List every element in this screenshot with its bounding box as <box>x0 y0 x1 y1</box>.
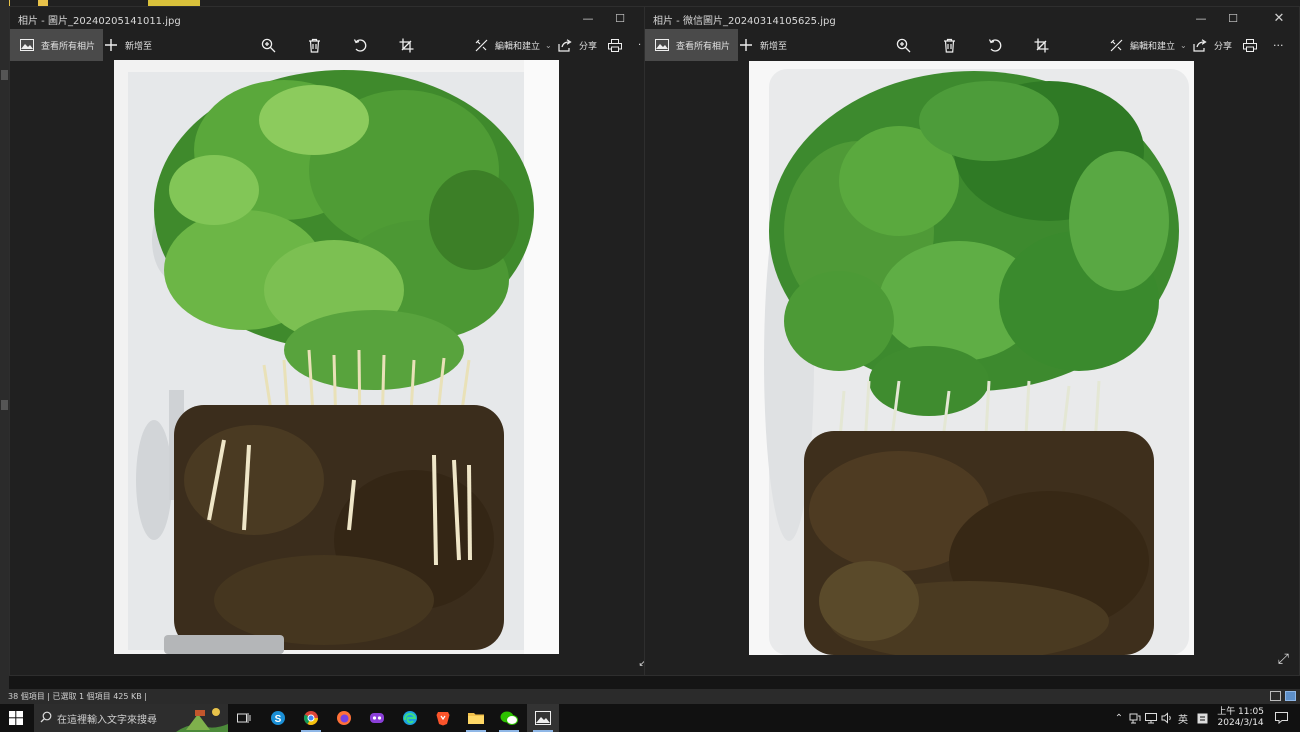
ime-indicator[interactable]: 英 <box>1175 704 1191 732</box>
share-label: 分享 <box>579 41 598 52</box>
share-button[interactable]: 分享 <box>1191 29 1232 61</box>
add-to-button[interactable]: 新增至 <box>102 29 152 61</box>
close-icon[interactable]: ✕ <box>1263 7 1295 29</box>
view-toggle <box>1270 691 1296 701</box>
zoom-in-icon <box>894 36 912 54</box>
crop-button[interactable] <box>397 29 415 61</box>
photo-image-left <box>114 60 559 654</box>
details-view-icon[interactable] <box>1270 691 1281 701</box>
print-button[interactable] <box>606 29 624 61</box>
large-icons-view-icon[interactable] <box>1285 691 1296 701</box>
svg-text:S: S <box>275 714 282 725</box>
skype-icon[interactable]: S <box>262 704 294 732</box>
maximize-icon[interactable]: ☐ <box>1217 7 1249 29</box>
toolbar: 查看所有相片 新增至 <box>10 29 644 61</box>
crop-button[interactable] <box>1032 29 1050 61</box>
add-to-label: 新增至 <box>125 41 153 52</box>
wechat-icon[interactable] <box>493 704 525 732</box>
search-icon <box>40 711 52 726</box>
share-icon <box>1191 36 1209 54</box>
trash-icon <box>305 36 323 54</box>
view-all-photos-label: 查看所有相片 <box>676 41 731 52</box>
taskbar: 在這裡輸入文字來搜尋 S ⌃ 英 上午 11:05 2024/3/14 <box>0 704 1300 732</box>
background-window-strip <box>0 0 9 690</box>
edit-create-button[interactable]: 編輯和建立 ⌄ <box>472 29 552 61</box>
add-to-button[interactable]: 新增至 <box>737 29 787 61</box>
minimize-icon[interactable]: — <box>1185 7 1217 29</box>
clock-date: 2024/3/14 <box>1217 718 1264 728</box>
windows-logo-icon <box>9 711 23 725</box>
crop-icon <box>397 36 415 54</box>
view-all-photos-button[interactable]: 查看所有相片 <box>10 29 104 61</box>
photos-icon[interactable] <box>527 704 559 732</box>
print-button[interactable] <box>1241 29 1259 61</box>
ime-mode-icon[interactable] <box>1194 704 1210 732</box>
search-highlight-illustration <box>176 704 228 732</box>
explorer-status-bar: 38 個項目 | 已選取 1 個項目 425 KB | <box>0 689 1300 704</box>
chevron-down-icon: ⌄ <box>1180 40 1187 50</box>
network-icon[interactable] <box>1128 704 1142 732</box>
rotate-icon <box>986 36 1004 54</box>
share-icon <box>556 36 574 54</box>
notification-icon[interactable] <box>1268 704 1294 732</box>
rotate-button[interactable] <box>986 29 1004 61</box>
photo-gallery-icon <box>18 36 36 54</box>
crop-icon <box>1032 36 1050 54</box>
fullscreen-expand-icon[interactable]: ⤢ <box>1278 651 1289 667</box>
photo-image-right <box>749 61 1194 655</box>
plus-icon <box>737 36 755 54</box>
chevron-down-icon: ⌄ <box>545 40 552 50</box>
add-to-label: 新增至 <box>760 41 788 52</box>
system-clock[interactable]: 上午 11:05 2024/3/14 <box>1217 707 1264 729</box>
clock-time: 上午 11:05 <box>1217 707 1264 717</box>
view-all-photos-button[interactable]: 查看所有相片 <box>645 29 739 61</box>
plus-icon <box>102 36 120 54</box>
firefox-icon[interactable] <box>328 704 360 732</box>
edit-create-label: 編輯和建立 <box>495 41 541 52</box>
task-view-icon[interactable] <box>228 704 260 732</box>
window-title: 相片 - 微信圖片_20240314105625.jpg <box>653 16 836 27</box>
minimize-icon[interactable]: — <box>572 7 604 29</box>
trash-icon <box>940 36 958 54</box>
window-title: 相片 - 圖片_20240205141011.jpg <box>18 16 181 27</box>
photo-gallery-icon <box>653 36 671 54</box>
chevron-up-icon[interactable]: ⌃ <box>1112 704 1126 732</box>
edit-create-icon <box>1107 36 1125 54</box>
share-label: 分享 <box>1214 41 1233 52</box>
delete-button[interactable] <box>940 29 958 61</box>
photos-window-left[interactable]: 相片 - 圖片_20240205141011.jpg — ☐ 查看所有相片 新增… <box>9 6 646 676</box>
zoom-in-icon <box>259 36 277 54</box>
view-all-photos-label: 查看所有相片 <box>41 41 96 52</box>
title-bar[interactable]: 相片 - 圖片_20240205141011.jpg — ☐ <box>10 7 644 29</box>
volume-icon[interactable] <box>1160 704 1174 732</box>
edge-icon[interactable] <box>394 704 426 732</box>
taskbar-search-box[interactable]: 在這裡輸入文字來搜尋 <box>34 704 228 732</box>
print-icon <box>606 36 624 54</box>
desktop: 相片 - 圖片_20240205141011.jpg — ☐ 查看所有相片 新增… <box>0 0 1300 732</box>
photos-window-right[interactable]: 相片 - 微信圖片_20240314105625.jpg — ☐ ✕ 查看所有相… <box>644 6 1300 676</box>
status-text: 38 個項目 | 已選取 1 個項目 425 KB | <box>8 692 148 701</box>
monitor-icon[interactable] <box>1144 704 1158 732</box>
rotate-button[interactable] <box>351 29 369 61</box>
title-bar[interactable]: 相片 - 微信圖片_20240314105625.jpg — ☐ ✕ <box>645 7 1299 29</box>
file-explorer-icon[interactable] <box>460 704 492 732</box>
zoom-button[interactable] <box>894 29 912 61</box>
chrome-icon[interactable] <box>295 704 327 732</box>
game-app-icon[interactable] <box>361 704 393 732</box>
search-placeholder: 在這裡輸入文字來搜尋 <box>57 714 157 726</box>
more-options-icon[interactable]: · <box>638 29 641 61</box>
edit-create-icon <box>472 36 490 54</box>
rotate-icon <box>351 36 369 54</box>
delete-button[interactable] <box>305 29 323 61</box>
share-button[interactable]: 分享 <box>556 29 597 61</box>
edit-create-button[interactable]: 編輯和建立 ⌄ <box>1107 29 1187 61</box>
toolbar: 查看所有相片 新增至 <box>645 29 1299 61</box>
zoom-button[interactable] <box>259 29 277 61</box>
print-icon <box>1241 36 1259 54</box>
edit-create-label: 編輯和建立 <box>1130 41 1176 52</box>
maximize-icon[interactable]: ☐ <box>604 7 636 29</box>
start-button[interactable] <box>0 704 32 732</box>
brave-icon[interactable] <box>427 704 459 732</box>
more-options-icon[interactable]: ··· <box>1273 29 1284 61</box>
